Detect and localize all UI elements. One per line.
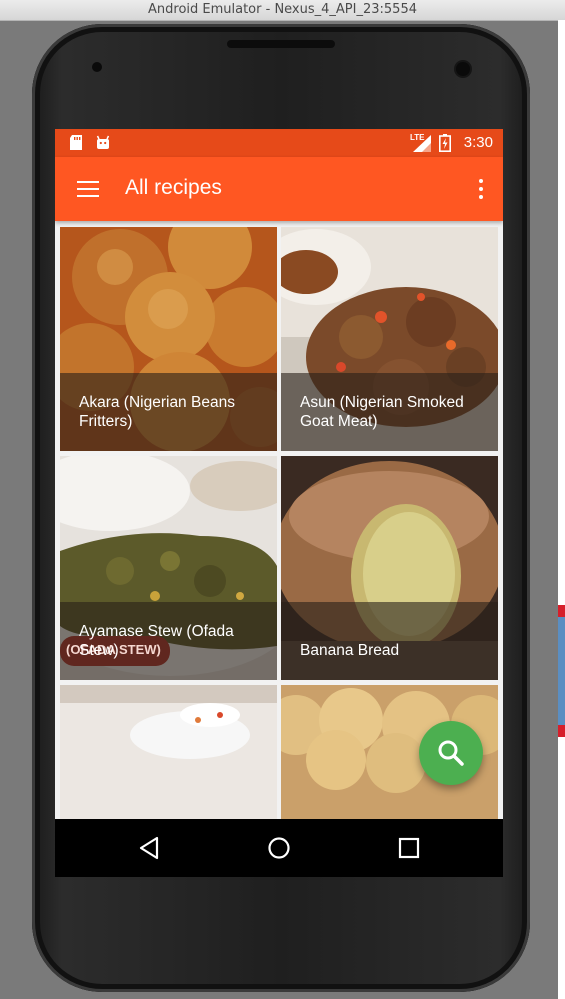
- emulator-window-title: Android Emulator - Nexus_4_API_23:5554: [0, 0, 565, 21]
- android-debug-icon: [96, 135, 110, 149]
- sensor: [92, 62, 102, 72]
- device-screen: LTE 3:30 All recipes Akara (Nigerian Bea…: [55, 129, 503, 877]
- recipe-card-asun[interactable]: Asun (Nigerian Smoked Goat Meat): [281, 227, 498, 451]
- home-icon[interactable]: [266, 835, 292, 861]
- more-options-icon[interactable]: [479, 179, 483, 203]
- recipe-title: Asun (Nigerian Smoked Goat Meat): [300, 394, 464, 430]
- back-icon[interactable]: [136, 835, 162, 861]
- recipe-card-ayamase[interactable]: (OFADA STEW) Ayamase Stew (Ofada Stew): [60, 456, 277, 680]
- recipe-title: Ayamase Stew (Ofada Stew): [79, 623, 234, 659]
- status-bar: LTE 3:30: [55, 129, 503, 157]
- recipe-title: Akara (Nigerian Beans Fritters): [79, 394, 235, 430]
- recipe-image-5: [60, 685, 277, 819]
- search-fab[interactable]: [419, 721, 483, 785]
- recipe-title: Banana Bread: [300, 642, 400, 659]
- menu-icon[interactable]: [77, 181, 99, 197]
- recipe-card-akara[interactable]: Akara (Nigerian Beans Fritters): [60, 227, 277, 451]
- earpiece: [227, 40, 335, 48]
- search-icon: [438, 740, 464, 766]
- battery-icon: [439, 134, 451, 152]
- sd-card-icon: [70, 135, 82, 150]
- recipe-card-5[interactable]: [60, 685, 277, 819]
- background-window-strip: [558, 20, 565, 999]
- app-bar: All recipes: [55, 157, 503, 221]
- status-time: 3:30: [463, 134, 493, 151]
- recents-icon[interactable]: [396, 835, 422, 861]
- page-title: All recipes: [125, 176, 222, 199]
- front-camera: [456, 62, 470, 76]
- recipe-card-banana-bread[interactable]: Banana Bread: [281, 456, 498, 680]
- signal-icon: [413, 135, 431, 152]
- navigation-bar: [55, 819, 503, 877]
